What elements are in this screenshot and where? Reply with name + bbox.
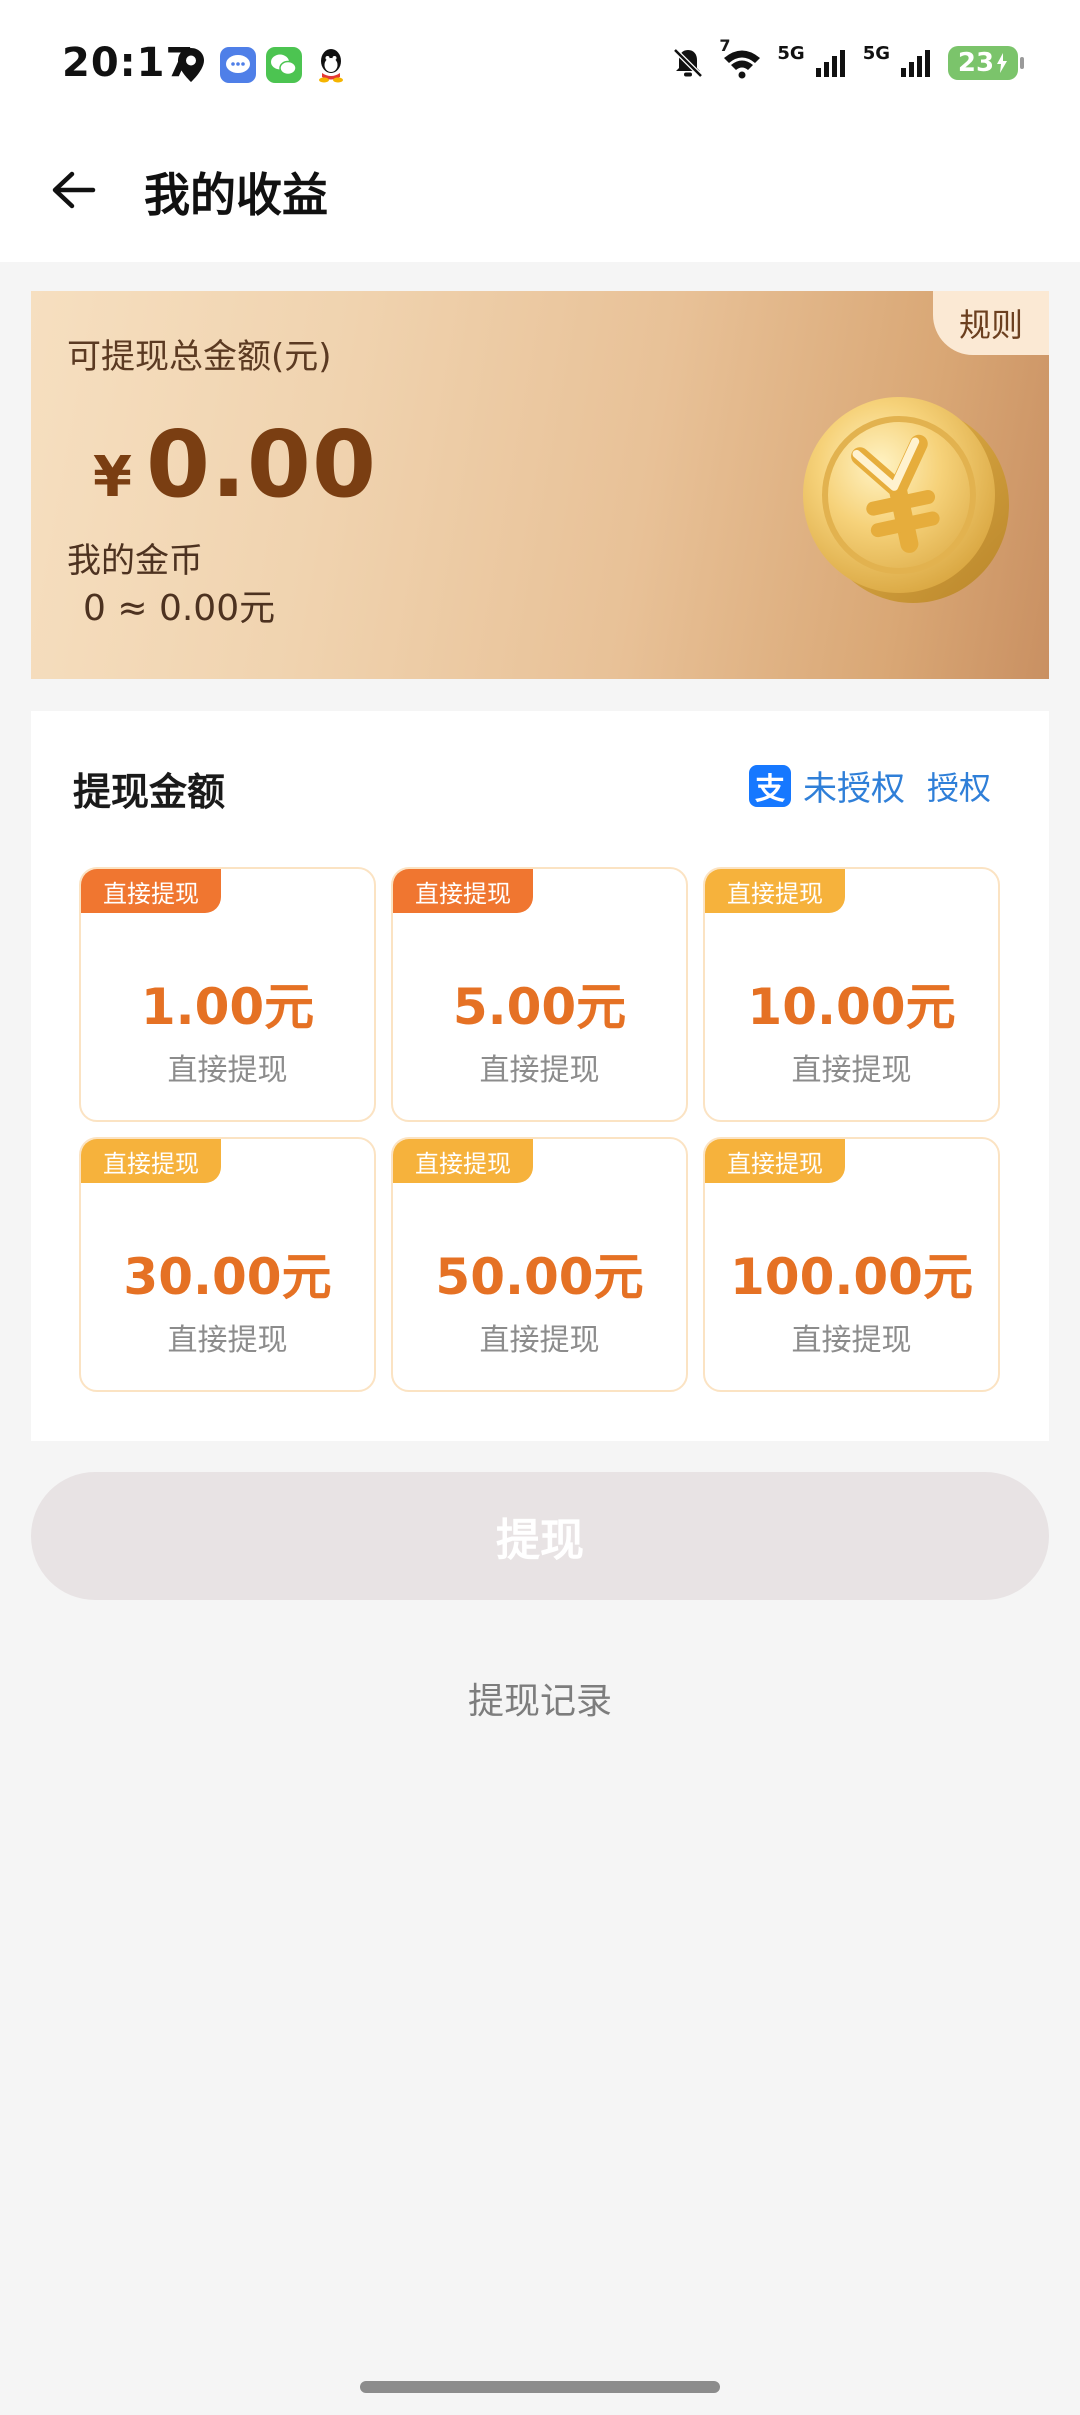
earnings-card: 规则 可提现总金额(元) ¥ 0.00 我的金币 0 ≈ 0.00元 bbox=[31, 291, 1049, 679]
withdraw-option-30[interactable]: 直接提现 30.00元 直接提现 bbox=[79, 1137, 376, 1392]
signal-icon bbox=[813, 44, 851, 82]
total-amount-label: 可提现总金额(元) bbox=[67, 337, 332, 377]
qq-app-icon bbox=[312, 46, 350, 84]
option-amount: 10.00元 bbox=[747, 978, 956, 1036]
option-subtitle: 直接提现 bbox=[167, 1323, 288, 1358]
yuan-coin-icon bbox=[795, 383, 1015, 613]
coins-value: 0 ≈ 0.00元 bbox=[83, 588, 276, 629]
wifi-icon: 7 bbox=[719, 36, 765, 82]
status-bar: 20:17 7 5G 5G 23 bbox=[0, 0, 1080, 135]
option-subtitle: 直接提现 bbox=[167, 1053, 288, 1088]
home-indicator[interactable] bbox=[360, 2381, 720, 2393]
option-tag: 直接提现 bbox=[81, 1139, 221, 1183]
page-title: 我的收益 bbox=[144, 168, 328, 222]
withdraw-panel: 提现金额 支 未授权 授权 直接提现 1.00元 直接提现 直接提现 5.00元… bbox=[31, 711, 1049, 1441]
coins-label: 我的金币 bbox=[67, 541, 203, 581]
withdraw-option-10[interactable]: 直接提现 10.00元 直接提现 bbox=[703, 867, 1000, 1122]
status-right-icons: 7 5G 5G 23 bbox=[669, 36, 1024, 82]
withdraw-option-5[interactable]: 直接提现 5.00元 直接提现 bbox=[391, 867, 688, 1122]
messages-app-icon bbox=[220, 47, 256, 83]
option-amount: 100.00元 bbox=[730, 1248, 973, 1306]
auth-status: 未授权 bbox=[802, 769, 905, 809]
back-button[interactable] bbox=[40, 157, 106, 223]
option-tag: 直接提现 bbox=[705, 1139, 845, 1183]
option-amount: 1.00元 bbox=[140, 978, 315, 1036]
option-tag: 直接提现 bbox=[81, 869, 221, 913]
option-amount: 30.00元 bbox=[123, 1248, 332, 1306]
withdraw-option-50[interactable]: 直接提现 50.00元 直接提现 bbox=[391, 1137, 688, 1392]
option-amount: 5.00元 bbox=[452, 978, 627, 1036]
network-label-2: 5G bbox=[862, 42, 890, 64]
withdraw-options: 直接提现 1.00元 直接提现 直接提现 5.00元 直接提现 直接提现 10.… bbox=[79, 867, 1000, 1392]
option-subtitle: 直接提现 bbox=[479, 1323, 600, 1358]
signal-icon bbox=[898, 44, 936, 82]
battery-level: 23 bbox=[957, 48, 995, 78]
rules-button[interactable]: 规则 bbox=[933, 291, 1049, 355]
wifi-badge: 7 bbox=[719, 36, 731, 55]
option-tag: 直接提现 bbox=[705, 869, 845, 913]
option-tag: 直接提现 bbox=[393, 1139, 533, 1183]
withdraw-amount-title: 提现金额 bbox=[73, 770, 226, 814]
option-tag: 直接提现 bbox=[393, 869, 533, 913]
withdraw-button[interactable]: 提现 bbox=[31, 1472, 1049, 1600]
option-subtitle: 直接提现 bbox=[791, 1053, 912, 1088]
wechat-app-icon bbox=[266, 47, 302, 83]
alipay-auth[interactable]: 支 未授权 授权 bbox=[748, 761, 991, 810]
total-amount: ¥ 0.00 bbox=[93, 411, 377, 518]
network-label-1: 5G bbox=[777, 42, 805, 64]
withdraw-option-1[interactable]: 直接提现 1.00元 直接提现 bbox=[79, 867, 376, 1122]
status-left-icons bbox=[172, 46, 350, 84]
mute-icon bbox=[669, 44, 707, 82]
total-amount-value: 0.00 bbox=[145, 411, 377, 518]
battery-charging-icon: 23 bbox=[948, 46, 1024, 80]
alipay-icon: 支 bbox=[748, 764, 791, 807]
arrow-left-icon bbox=[50, 170, 96, 210]
withdraw-records-link[interactable]: 提现记录 bbox=[0, 1672, 1080, 1724]
location-icon bbox=[172, 46, 210, 84]
currency-symbol: ¥ bbox=[93, 445, 132, 510]
withdraw-option-100[interactable]: 直接提现 100.00元 直接提现 bbox=[703, 1137, 1000, 1392]
option-subtitle: 直接提现 bbox=[479, 1053, 600, 1088]
option-amount: 50.00元 bbox=[435, 1248, 644, 1306]
authorize-link[interactable]: 授权 bbox=[927, 763, 991, 809]
header: 我的收益 bbox=[0, 135, 1080, 245]
option-subtitle: 直接提现 bbox=[791, 1323, 912, 1358]
